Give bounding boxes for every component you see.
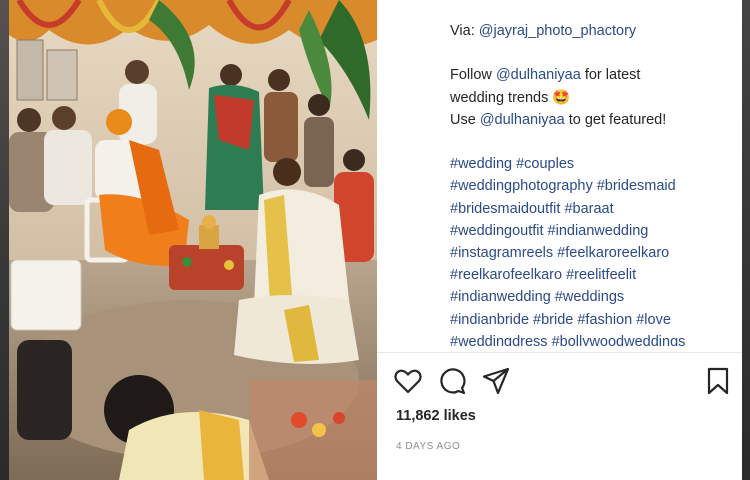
actions-divider — [377, 352, 742, 353]
right-edge-strip — [742, 0, 750, 480]
hashtag-line[interactable]: #weddingphotography #bridesmaid — [450, 175, 730, 197]
wedding-ceremony-photo — [9, 0, 377, 480]
hashtag-line[interactable]: #wedding #couples — [450, 153, 730, 175]
likes-count[interactable]: 11,862 likes — [396, 408, 476, 424]
send-icon[interactable] — [481, 366, 511, 396]
post-caption: Via: @jayraj_photo_phactory Follow @dulh… — [450, 20, 730, 346]
comment-icon[interactable] — [437, 366, 467, 396]
caption-trends-line: wedding trends 🤩 — [450, 89, 571, 106]
hashtag-line[interactable]: #bridesmaidoutfit #baraat — [450, 198, 730, 220]
hashtag-line[interactable]: #indianwedding #weddings — [450, 286, 730, 308]
hashtag-line[interactable]: #weddingdress #bollywoodweddings — [450, 331, 730, 346]
use-suffix: to get featured! — [564, 111, 667, 128]
follow-handle-link[interactable]: @dulhaniyaa — [496, 67, 581, 83]
follow-prefix: Follow — [450, 67, 496, 84]
post-action-bar — [393, 366, 733, 396]
caption-follow-line: Follow @dulhaniyaa for latest — [450, 64, 730, 86]
post-video-frame[interactable] — [9, 0, 377, 480]
via-handle-link[interactable]: @jayraj_photo_phactory — [479, 23, 636, 39]
use-handle-link[interactable]: @dulhaniyaa — [480, 112, 565, 128]
post-timestamp[interactable]: 4 DAYS AGO — [396, 441, 460, 452]
post-side-panel: Via: @jayraj_photo_phactory Follow @dulh… — [377, 0, 742, 480]
hashtag-line[interactable]: #instagramreels #feelkaroreelkaro — [450, 242, 730, 264]
left-edge-strip — [0, 0, 9, 480]
caption-via-line: Via: @jayraj_photo_phactory — [450, 20, 730, 42]
hashtag-line[interactable]: #indianbride #bride #fashion #love — [450, 309, 730, 331]
hashtag-line[interactable]: #weddingoutfit #indianwedding — [450, 220, 730, 242]
use-prefix: Use — [450, 111, 480, 128]
hashtag-line[interactable]: #reelkarofeelkaro #reelitfeelit — [450, 264, 730, 286]
bookmark-icon[interactable] — [703, 366, 733, 396]
via-prefix: Via: — [450, 23, 479, 39]
follow-suffix: for latest — [580, 67, 641, 84]
heart-icon[interactable] — [393, 366, 423, 396]
caption-use-line: Use @dulhaniyaa to get featured! — [450, 109, 730, 131]
